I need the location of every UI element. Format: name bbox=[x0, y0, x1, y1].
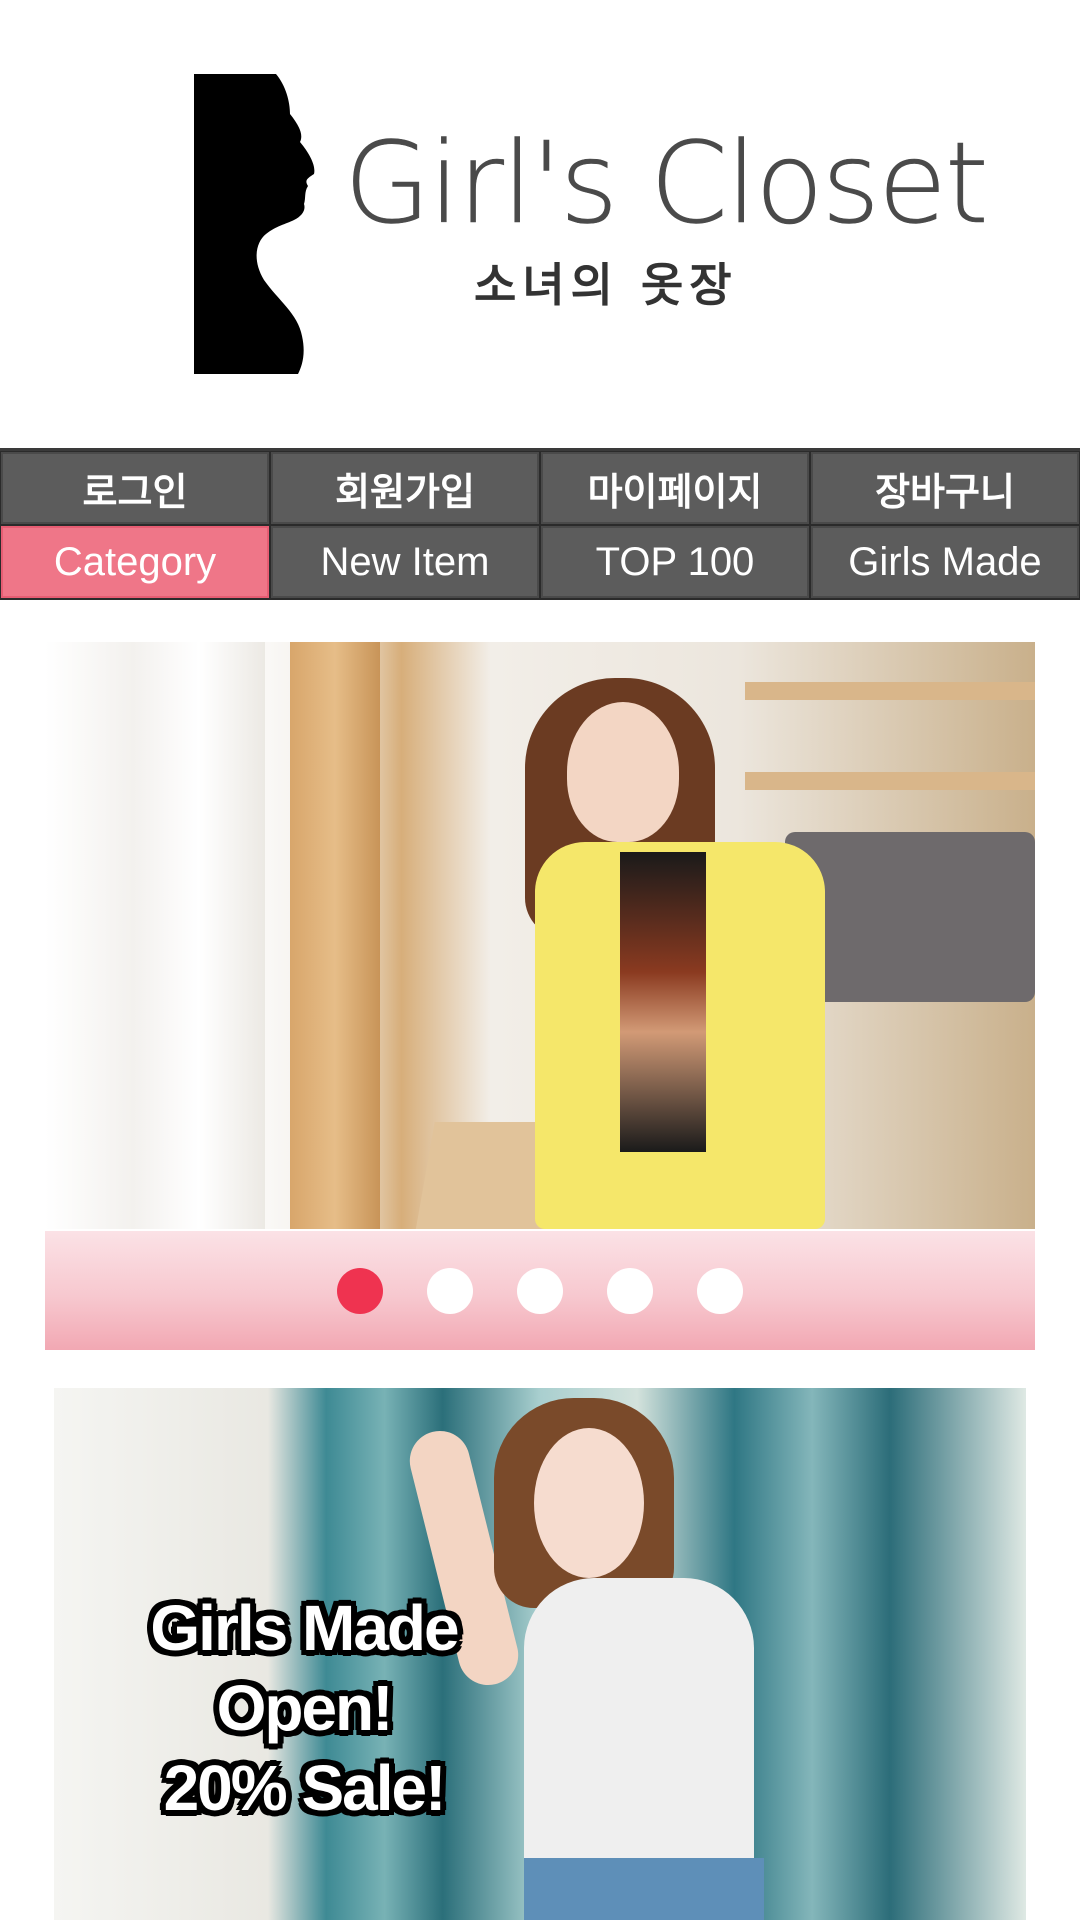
new-item-button[interactable]: New Item bbox=[271, 526, 539, 598]
main-nav: 로그인 회원가입 마이페이지 장바구니 Category New Item TO… bbox=[0, 448, 1080, 600]
promo-line-2: Open! bbox=[216, 1672, 394, 1744]
logo-header[interactable]: Girl's Closet 소녀의 옷장 bbox=[0, 0, 1080, 448]
promo-banner[interactable]: Girls Made Open! 20% Sale! bbox=[54, 1388, 1026, 1920]
signup-button[interactable]: 회원가입 bbox=[271, 452, 539, 524]
promo-model-face bbox=[534, 1428, 644, 1578]
cart-button[interactable]: 장바구니 bbox=[811, 452, 1079, 524]
slide-model-shirt bbox=[620, 852, 706, 1152]
promo-line-3: 20% Sale! bbox=[163, 1752, 447, 1824]
slide-photo[interactable] bbox=[45, 642, 1035, 1229]
logo-subtitle: 소녀의 옷장 bbox=[474, 258, 738, 312]
girls-made-button[interactable]: Girls Made bbox=[811, 526, 1079, 598]
slider-dot-3[interactable] bbox=[517, 1267, 563, 1314]
slider-dot-4[interactable] bbox=[607, 1267, 653, 1314]
slide-pillar bbox=[290, 642, 380, 1229]
nav-row-shop: Category New Item TOP 100 Girls Made bbox=[0, 525, 1080, 599]
slider-pagination bbox=[45, 1231, 1035, 1350]
promo-model-skirt bbox=[524, 1858, 764, 1920]
slider-dot-2[interactable] bbox=[427, 1267, 473, 1314]
mypage-button[interactable]: 마이페이지 bbox=[541, 452, 809, 524]
slide-curtain bbox=[45, 642, 265, 1229]
top100-button[interactable]: TOP 100 bbox=[541, 526, 809, 598]
promo-model-top bbox=[524, 1578, 754, 1878]
slide-model-face bbox=[567, 702, 679, 842]
nav-row-account: 로그인 회원가입 마이페이지 장바구니 bbox=[0, 451, 1080, 525]
slider-dot-1[interactable] bbox=[337, 1267, 383, 1314]
woman-silhouette-icon bbox=[194, 74, 315, 374]
app-screen: Girl's Closet 소녀의 옷장 로그인 회원가입 마이페이지 장바구니… bbox=[0, 0, 1080, 1920]
promo-line-1: Girls Made bbox=[150, 1592, 459, 1664]
login-button[interactable]: 로그인 bbox=[1, 452, 269, 524]
logo-title: Girl's Closet bbox=[344, 119, 989, 249]
slider-dot-5[interactable] bbox=[697, 1267, 743, 1314]
slide-shelf bbox=[745, 772, 1035, 790]
category-button[interactable]: Category bbox=[1, 526, 269, 598]
promo-headline: Girls Made Open! 20% Sale! bbox=[74, 1588, 534, 1828]
image-slider[interactable] bbox=[45, 642, 1035, 1350]
slide-shelf bbox=[745, 682, 1035, 700]
